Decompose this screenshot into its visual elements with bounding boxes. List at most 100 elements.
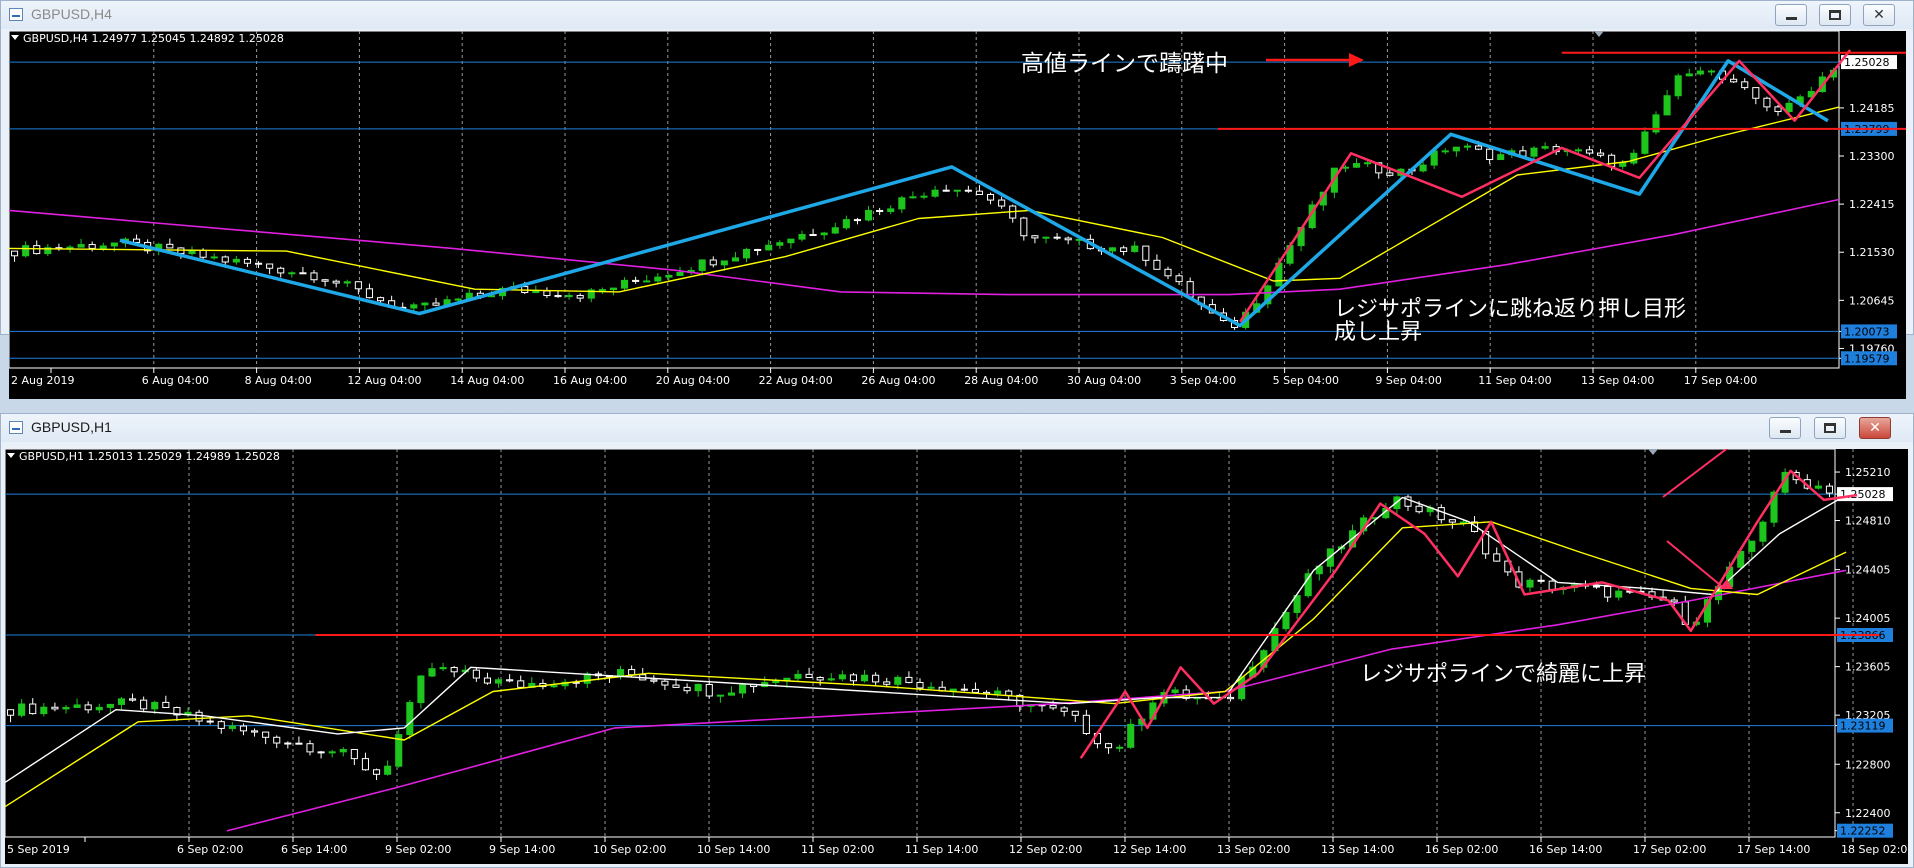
bearish-candle [1537,579,1545,582]
bullish-candle [339,749,347,753]
bullish-candle [62,706,70,710]
minimize-icon [1786,17,1797,20]
bearish-candle [709,259,717,266]
bearish-candle [964,189,972,192]
bearish-candle [543,290,551,297]
price-tag-label: 1.19579 [1844,352,1890,365]
bullish-candle [1463,145,1472,148]
x-axis-tick-label: 6 Sep 02:00 [177,843,243,856]
x-axis-tick-label: 20 Aug 04:00 [656,374,730,387]
x-axis-tick-label: 16 Aug 04:00 [553,374,627,387]
price-tag-label: 1.25028 [1844,56,1890,69]
bullish-candle [494,679,503,684]
bearish-candle [1730,78,1738,83]
chart-window-icon [9,421,23,434]
bearish-candle [1596,152,1605,156]
bullish-candle [794,673,802,679]
window-titlebar[interactable]: GBPUSD,H4 ✕ [1,1,1913,29]
maximize-button[interactable] [1819,4,1851,26]
maximize-icon [1824,423,1836,433]
bearish-candle [986,193,995,201]
bullish-candle [920,195,928,198]
y-axis-tick-label: 1.25210 [1845,466,1891,479]
x-axis-tick-label: 12 Sep 02:00 [1009,843,1082,856]
bearish-candle [672,684,680,688]
bearish-candle [849,674,858,682]
x-axis-tick-label: 11 Sep 04:00 [1478,374,1551,387]
bearish-candle [1226,696,1235,700]
x-axis-tick-label: 9 Sep 04:00 [1375,374,1441,387]
bearish-candle [277,267,285,274]
bullish-candle [842,219,850,229]
bearish-candle [250,730,259,733]
bullish-candle [676,272,684,276]
bullish-candle [1116,746,1124,749]
bearish-candle [88,244,96,249]
minimize-icon [1780,430,1791,433]
bearish-candle [199,249,207,258]
bullish-candle [742,248,751,259]
bearish-candle [365,288,374,299]
x-axis-tick-label: 12 Sep 14:00 [1113,843,1186,856]
bearish-candle [1437,507,1445,521]
bullish-candle [110,242,118,247]
bullish-candle [609,287,618,291]
x-axis-tick-label: 3 Sep 04:00 [1170,374,1236,387]
price-chart-h4[interactable]: 2 Aug 2019 6 Aug 04:00 8 Aug 04:00 12 Aug 0… [9,31,1906,399]
x-axis-tick-label: 16 Sep 14:00 [1529,843,1602,856]
y-axis-tick-label: 1.20645 [1849,294,1895,307]
bearish-candle [1049,704,1057,709]
close-button[interactable]: ✕ [1859,417,1891,439]
x-axis-tick-label: 28 Aug 04:00 [964,374,1038,387]
price-chart-h1[interactable]: 5 Sep 2019 6 Sep 02:00 6 Sep 14:00 9 Sep 02… [5,449,1908,864]
bullish-candle [616,669,625,677]
x-axis-tick-label: 14 Aug 04:00 [450,374,524,387]
bullish-candle [1574,149,1582,152]
bullish-candle [949,688,957,692]
bearish-candle [872,674,880,683]
x-axis-tick-label: 11 Sep 14:00 [905,843,978,856]
bearish-candle [206,720,214,723]
y-axis-tick-label: 1.23300 [1849,150,1895,163]
price-tag-label: 1.23119 [1840,720,1886,733]
y-axis-tick-label: 1.22400 [1845,807,1891,820]
bullish-candle [787,238,795,244]
bullish-candle [820,232,828,236]
bearish-candle [217,721,225,729]
bearish-candle [51,706,59,710]
window-titlebar[interactable]: GBPUSD,H1 ✕ [1,414,1913,442]
current-bar-marker [1648,449,1658,455]
bullish-candle [73,704,81,708]
chart-canvas-h1[interactable]: 5 Sep 2019 6 Sep 02:00 6 Sep 14:00 9 Sep 02… [5,449,1908,864]
bearish-candle [1175,275,1183,283]
bullish-candle [643,280,651,283]
zigzag-swing-line [1079,469,1858,759]
bullish-candle [18,703,26,716]
maximize-button[interactable] [1814,417,1846,439]
window-title: GBPUSD,H1 [31,419,112,435]
x-axis-tick-label: 16 Sep 02:00 [1425,843,1498,856]
x-axis-tick-label: 13 Sep 04:00 [1581,374,1654,387]
bearish-candle [554,295,562,298]
bullish-candle [1042,236,1050,239]
bearish-candle [876,209,884,213]
chart-canvas-h4[interactable]: 2 Aug 2019 6 Aug 04:00 8 Aug 04:00 12 Aug 0… [9,31,1906,399]
x-axis-tick-label: 17 Sep 14:00 [1737,843,1810,856]
price-tag-label: 1.25028 [1840,488,1886,501]
minimize-button[interactable] [1775,4,1807,26]
bullish-candle [1127,723,1135,748]
bullish-candle [454,298,462,301]
close-icon: ✕ [1873,7,1885,23]
x-axis-tick-label: 5 Sep 2019 [7,843,70,856]
bearish-candle [1752,87,1760,99]
bearish-candle [140,699,148,710]
chart-menu-icon [7,453,15,458]
bullish-candle [1526,579,1534,588]
moving-average-fast [9,106,1840,293]
close-button[interactable]: ✕ [1863,4,1895,26]
minimize-button[interactable] [1769,417,1801,439]
bearish-candle [805,673,813,678]
x-axis-tick-label: 17 Sep 04:00 [1684,374,1757,387]
x-axis-tick-label: 17 Sep 02:00 [1633,843,1706,856]
bullish-candle [1352,163,1361,168]
